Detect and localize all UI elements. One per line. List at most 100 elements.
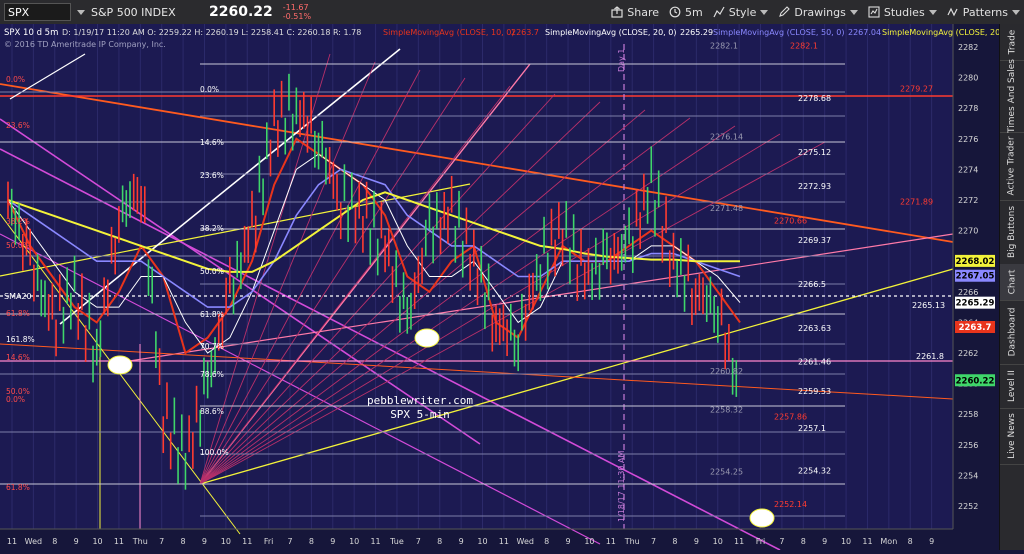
x-tick-label: 11 xyxy=(370,537,380,546)
x-tick-label: 11 xyxy=(734,537,744,546)
sidebar-tab-label: Level II xyxy=(1007,370,1017,402)
sidebar-tab-label: Live News xyxy=(1007,413,1017,459)
x-tick-label: 7 xyxy=(159,537,164,546)
sidebar-tab-label: Big Buttons xyxy=(1007,205,1017,259)
y-tick-label: 2252 xyxy=(958,502,978,511)
x-tick-label: 7 xyxy=(287,537,292,546)
pencil-icon xyxy=(779,6,791,17)
level-value-label: 2276.14 xyxy=(710,133,743,142)
symbol-input[interactable]: SPX xyxy=(4,3,71,21)
clock-icon xyxy=(669,6,681,18)
y-tick-label: 2274 xyxy=(958,165,978,174)
x-tick-label: 8 xyxy=(437,537,442,546)
x-tick-label: Wed xyxy=(517,537,534,546)
y-tick-label: 2262 xyxy=(958,349,978,358)
fib-label-mid: 38.2% xyxy=(200,224,224,233)
x-tick-label: 8 xyxy=(801,537,806,546)
level-value-label: 2271.89 xyxy=(900,198,933,207)
last-price: 2260.22 xyxy=(209,4,273,20)
copyright-text: © 2016 TD Ameritrade IP Company, Inc. xyxy=(4,40,166,49)
fib-label-left: 14.6% xyxy=(6,353,30,362)
x-tick-label: 10 xyxy=(584,537,594,546)
fib-label-mid: 78.6% xyxy=(200,370,224,379)
change-value: -11.67 xyxy=(282,3,309,12)
x-tick-label: Thu xyxy=(132,537,148,546)
instrument-name: S&P 500 INDEX xyxy=(91,5,176,19)
style-icon xyxy=(713,6,725,18)
day-label: Day 1 xyxy=(617,49,626,72)
patterns-icon xyxy=(947,7,958,17)
sidebar-tab-live-news[interactable]: Live News xyxy=(1000,408,1024,465)
level-value-label: 2261.8 xyxy=(916,352,944,361)
style-button[interactable]: Style xyxy=(713,6,769,19)
sidebar-tab-dashboard[interactable]: Dashboard xyxy=(1000,300,1024,365)
y-tick-label: 2272 xyxy=(958,196,978,205)
fib-label-mid: 100.0% xyxy=(200,448,229,457)
fib-label-mid: 50.0% xyxy=(200,267,224,276)
fib-label-left: 161.8% xyxy=(6,335,35,344)
right-sidebar: Trade Times And Sales Active Trader Big … xyxy=(999,24,1024,550)
level-value-label: 2263.63 xyxy=(798,324,831,333)
sidebar-tab-trade[interactable]: Trade xyxy=(1000,24,1024,61)
x-tick-label: Tue xyxy=(389,537,404,546)
x-tick-label: 7 xyxy=(651,537,656,546)
style-label: Style xyxy=(728,5,757,19)
y-tick-label: 2278 xyxy=(958,104,978,113)
x-tick-label: 8 xyxy=(52,537,57,546)
x-tick-label: 10 xyxy=(349,537,359,546)
x-tick-label: 7 xyxy=(779,537,784,546)
x-tick-label: 11 xyxy=(499,537,509,546)
price-badge-text: 2260.22 xyxy=(956,376,995,386)
share-button[interactable]: Share xyxy=(611,6,659,19)
chart-svg[interactable]: 0.0% 23.6% 38.2% 50.0% 61.8% 161.8% 14.6% 50.0%… xyxy=(0,24,1019,551)
change-percent: -0.51% xyxy=(282,12,312,21)
price-change: -11.67 -0.51% xyxy=(283,3,311,21)
sidebar-tab-label: Times And Sales xyxy=(1007,59,1017,133)
level-value-label: 2269.37 xyxy=(798,236,831,245)
study-value-sma50: 2267.04 xyxy=(848,28,881,37)
studies-button[interactable]: Studies xyxy=(868,6,937,19)
drawings-label: Drawings xyxy=(794,5,846,19)
drawings-button[interactable]: Drawings xyxy=(778,5,858,19)
level-value-label: 2252.14 xyxy=(774,500,807,509)
date-label: 1/18/17 11:30 AM xyxy=(617,451,626,522)
sidebar-tab-chart[interactable]: Chart xyxy=(1000,264,1024,301)
studies-dropdown-icon xyxy=(928,9,937,15)
fib-label-mid: 14.6% xyxy=(200,138,224,147)
price-badge-text: 2263.7 xyxy=(959,323,992,333)
x-tick-label: 10 xyxy=(713,537,723,546)
x-tick-label: 8 xyxy=(181,537,186,546)
fib-label-mid: 0.0% xyxy=(200,85,219,94)
x-tick-label: 8 xyxy=(672,537,677,546)
fib-label-left: 23.6% xyxy=(6,121,30,130)
price-chart[interactable]: 0.0% 23.6% 38.2% 50.0% 61.8% 161.8% 14.6% 50.0%… xyxy=(0,24,1019,551)
interval-label: 5m xyxy=(685,5,703,19)
sma20-label: SMA20 xyxy=(4,292,32,301)
level-value-label: 2282.1 xyxy=(790,41,818,50)
fib-label-mid: 61.8% xyxy=(200,310,224,319)
drawings-dropdown-icon xyxy=(849,9,858,15)
fib-label-mid: 88.6% xyxy=(200,407,224,416)
x-tick-label: 11 xyxy=(7,537,17,546)
sidebar-tab-times-and-sales[interactable]: Times And Sales xyxy=(1000,59,1024,133)
fib-label-left: 0.0% xyxy=(6,75,25,84)
y-tick-label: 2280 xyxy=(958,74,978,83)
sidebar-tab-level-ii[interactable]: Level II xyxy=(1000,364,1024,409)
x-tick-label: 10 xyxy=(221,537,231,546)
x-tick-label: 9 xyxy=(929,537,934,546)
sidebar-tab-active-trader[interactable]: Active Trader xyxy=(1000,132,1024,201)
share-icon xyxy=(611,6,623,18)
sidebar-tab-big-buttons[interactable]: Big Buttons xyxy=(1000,200,1024,265)
x-tick-label: Fri xyxy=(756,537,766,546)
watermark-line2: SPX 5-min xyxy=(390,408,450,421)
x-tick-label: 8 xyxy=(309,537,314,546)
patterns-button[interactable]: Patterns xyxy=(947,6,1020,19)
sidebar-tab-label: Trade xyxy=(1007,29,1018,55)
symbol-dropdown-icon[interactable] xyxy=(77,9,85,15)
x-tick-label: 9 xyxy=(565,537,570,546)
study-value-sma20: 2265.29 xyxy=(680,28,713,37)
x-tick-label: 10 xyxy=(477,537,487,546)
sidebar-tab-label: Dashboard xyxy=(1007,307,1018,357)
interval-button[interactable]: 5m xyxy=(669,6,703,19)
level-value-label: 2261.46 xyxy=(798,357,831,366)
